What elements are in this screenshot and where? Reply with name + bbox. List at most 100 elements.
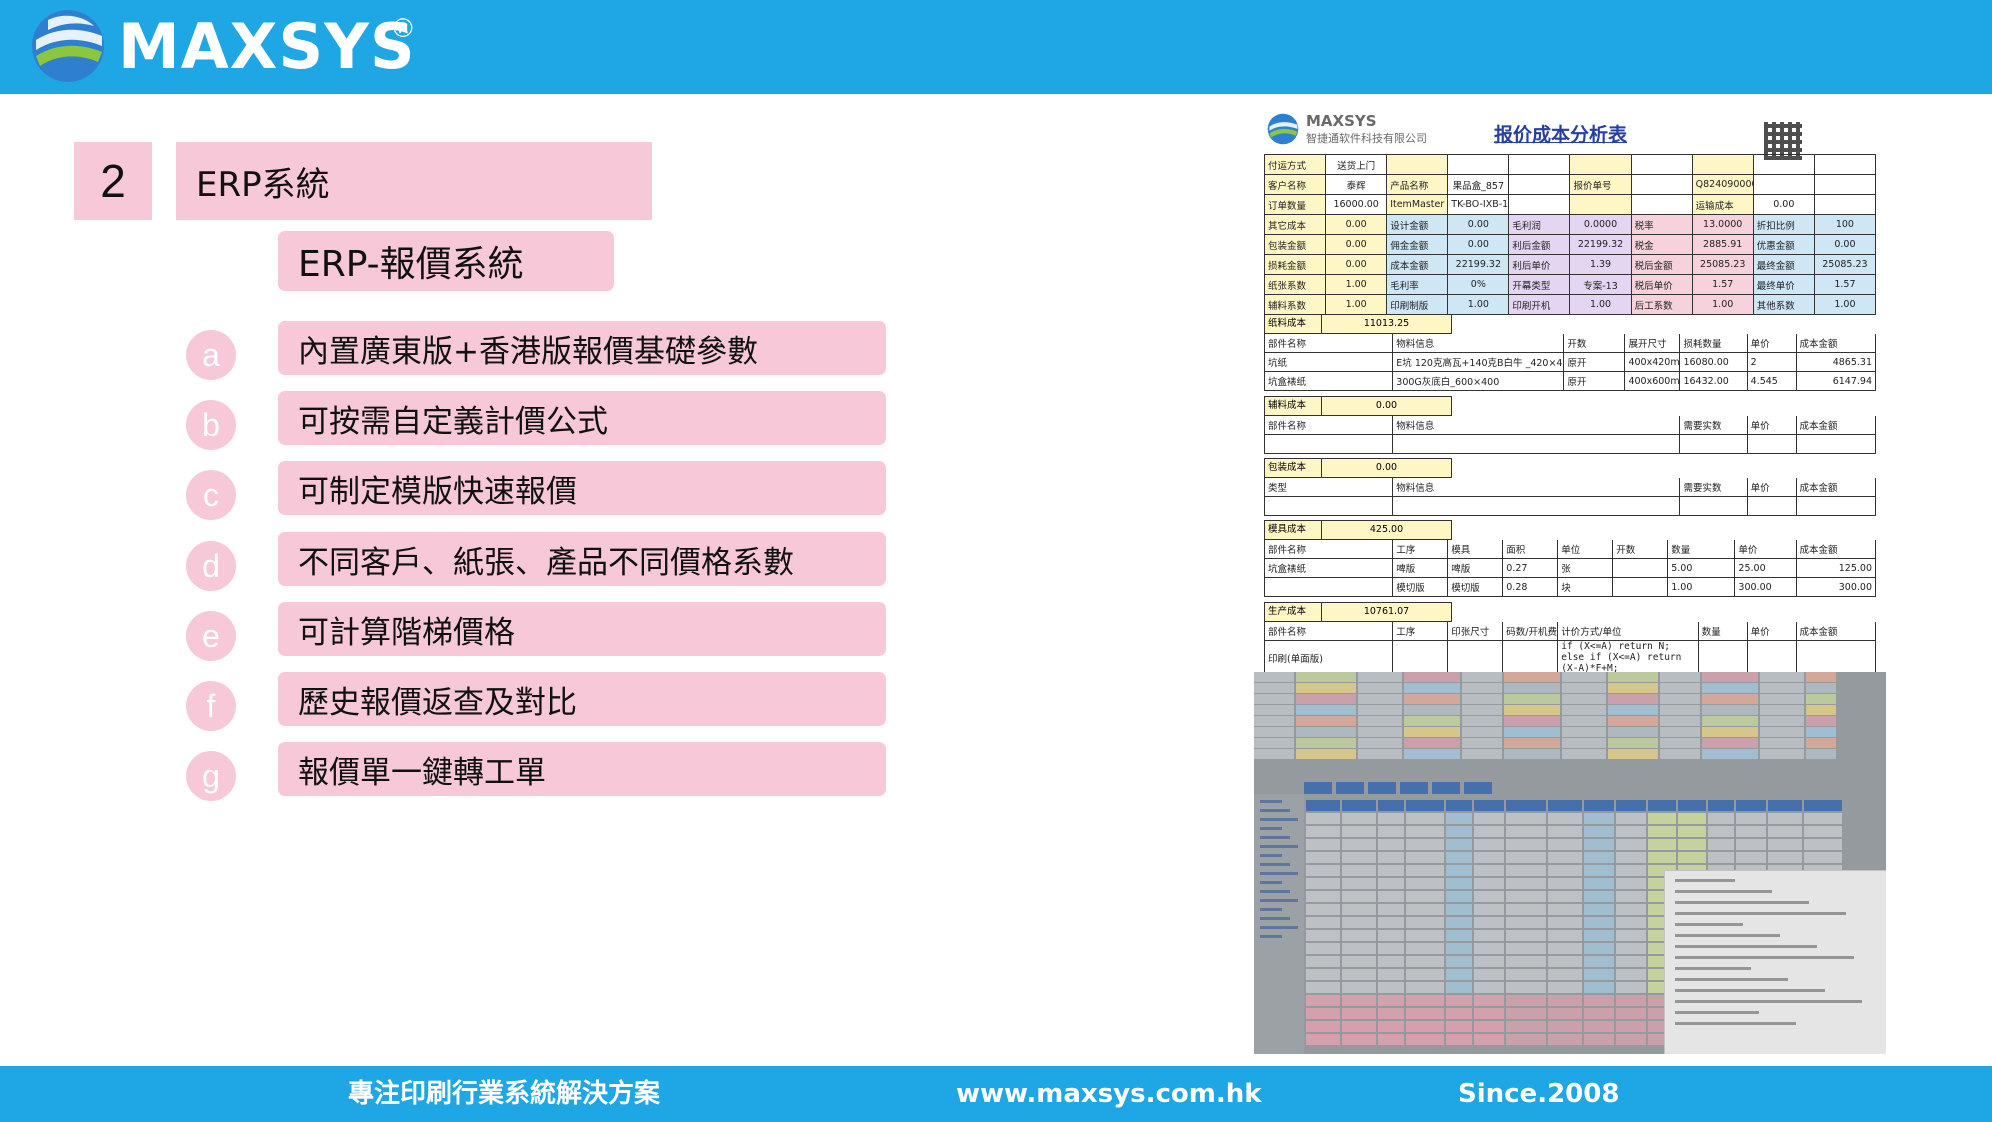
header-cell: 后工系数 bbox=[1630, 294, 1693, 315]
toolbar-button[interactable] bbox=[1432, 782, 1460, 794]
header-cell: Q82409000007 bbox=[1691, 174, 1754, 195]
nav-item[interactable] bbox=[1260, 935, 1282, 938]
grid-row[interactable] bbox=[1306, 852, 1886, 863]
nav-item[interactable] bbox=[1260, 899, 1298, 902]
form-cell bbox=[1660, 672, 1700, 682]
grid-cell bbox=[1406, 943, 1444, 954]
grid-cell bbox=[1736, 826, 1766, 837]
grid-cell bbox=[1342, 943, 1376, 954]
form-cell bbox=[1296, 694, 1356, 704]
nav-item[interactable] bbox=[1260, 872, 1298, 875]
nav-item[interactable] bbox=[1260, 917, 1290, 920]
toolbar-button[interactable] bbox=[1464, 782, 1492, 794]
popup-line bbox=[1675, 923, 1743, 926]
form-cell bbox=[1404, 705, 1460, 715]
table-cell bbox=[1795, 496, 1877, 516]
form-cell bbox=[1562, 716, 1606, 726]
nav-item[interactable] bbox=[1260, 818, 1298, 821]
toolbar-button[interactable] bbox=[1304, 782, 1332, 794]
form-cell bbox=[1462, 705, 1502, 715]
grid-cell bbox=[1342, 930, 1376, 941]
table-cell: 4.545 bbox=[1746, 371, 1797, 391]
nav-item[interactable] bbox=[1260, 800, 1282, 803]
grid-row[interactable] bbox=[1306, 839, 1886, 850]
header-cell: 13.0000 bbox=[1691, 214, 1754, 235]
form-cell bbox=[1296, 738, 1356, 748]
header-cell bbox=[1386, 154, 1449, 175]
grid-cell bbox=[1306, 930, 1340, 941]
form-row bbox=[1254, 672, 1886, 682]
grid-cell bbox=[1378, 917, 1404, 928]
nav-item[interactable] bbox=[1260, 890, 1290, 893]
grid-cell bbox=[1446, 956, 1472, 967]
grid-cell bbox=[1474, 982, 1504, 993]
grid-cell bbox=[1768, 813, 1802, 824]
header-cell bbox=[1752, 154, 1815, 175]
grid-cell bbox=[1548, 839, 1582, 850]
header-cell: 0.00 bbox=[1813, 234, 1877, 255]
grid-cell bbox=[1548, 1021, 1582, 1032]
nav-item[interactable] bbox=[1260, 854, 1282, 857]
grid-cell bbox=[1548, 904, 1582, 915]
nav-item[interactable] bbox=[1260, 845, 1298, 848]
grid-cell bbox=[1506, 891, 1546, 902]
header-cell: 产品名称 bbox=[1386, 174, 1449, 195]
grid-cell bbox=[1446, 995, 1472, 1006]
column-header: 单价 bbox=[1746, 478, 1797, 497]
form-cell bbox=[1504, 749, 1560, 759]
column-header: 单位 bbox=[1557, 540, 1613, 559]
nav-item[interactable] bbox=[1260, 863, 1290, 866]
toolbar-button[interactable] bbox=[1336, 782, 1364, 794]
form-cell bbox=[1254, 694, 1294, 704]
grid-row[interactable] bbox=[1306, 813, 1886, 824]
feature-item: g 報價單一鍵轉工單 bbox=[186, 742, 886, 801]
grid-row[interactable] bbox=[1306, 826, 1886, 837]
header-cell: 1.00 bbox=[1569, 294, 1632, 315]
nav-item[interactable] bbox=[1260, 836, 1290, 839]
grid-cell bbox=[1406, 904, 1444, 915]
toolbar-button[interactable] bbox=[1400, 782, 1428, 794]
form-cell bbox=[1760, 716, 1804, 726]
table-cell: 坑纸 bbox=[1263, 352, 1393, 372]
grid-cell bbox=[1678, 800, 1706, 811]
header-cell: 0.00 bbox=[1325, 214, 1388, 235]
formula-row: 印刷(单面版) if (X<=A) return N; else if (X<=A)… bbox=[1263, 640, 1877, 672]
nav-item[interactable] bbox=[1260, 881, 1282, 884]
column-header: 数量 bbox=[1667, 540, 1735, 559]
form-cell bbox=[1462, 683, 1502, 693]
grid-cell bbox=[1306, 1021, 1340, 1032]
grid-cell bbox=[1406, 1008, 1444, 1019]
grid-cell bbox=[1804, 839, 1842, 850]
column-header: 模具 bbox=[1447, 540, 1503, 559]
header-cell: 22199.32 bbox=[1447, 254, 1510, 275]
grid-cell bbox=[1406, 969, 1444, 980]
nav-item[interactable] bbox=[1260, 908, 1282, 911]
grid-cell bbox=[1474, 1021, 1504, 1032]
form-cell bbox=[1358, 738, 1402, 748]
table-cell: 原开 bbox=[1563, 352, 1625, 372]
header-cell: 开幕类型 bbox=[1508, 274, 1571, 295]
column-header: 展开尺寸 bbox=[1624, 334, 1680, 353]
header-cell: 1.57 bbox=[1813, 274, 1877, 295]
nav-item[interactable] bbox=[1260, 926, 1298, 929]
table-cell bbox=[1392, 434, 1680, 454]
nav-item[interactable] bbox=[1260, 827, 1282, 830]
grid-row[interactable] bbox=[1306, 800, 1886, 811]
table-cell: 0.28 bbox=[1502, 577, 1558, 597]
grid-cell bbox=[1378, 865, 1404, 876]
table-cell: if (X<=A) return N; else if (X<=A) return… bbox=[1557, 640, 1699, 672]
table-cell bbox=[1502, 640, 1558, 672]
header-cell: 1.57 bbox=[1691, 274, 1754, 295]
grid-cell bbox=[1648, 800, 1676, 811]
nav-item[interactable] bbox=[1260, 809, 1290, 812]
toolbar-button[interactable] bbox=[1368, 782, 1396, 794]
grid-cell bbox=[1446, 878, 1472, 889]
popup-line bbox=[1675, 912, 1846, 915]
form-row bbox=[1254, 716, 1886, 726]
form-cell bbox=[1702, 672, 1758, 682]
grid-cell bbox=[1406, 982, 1444, 993]
grid-cell bbox=[1306, 852, 1340, 863]
feature-label: 不同客戶、紙張、產品不同價格系數 bbox=[278, 532, 886, 586]
form-cell bbox=[1404, 716, 1460, 726]
feature-item: b 可按需自定義計價公式 bbox=[186, 391, 886, 450]
